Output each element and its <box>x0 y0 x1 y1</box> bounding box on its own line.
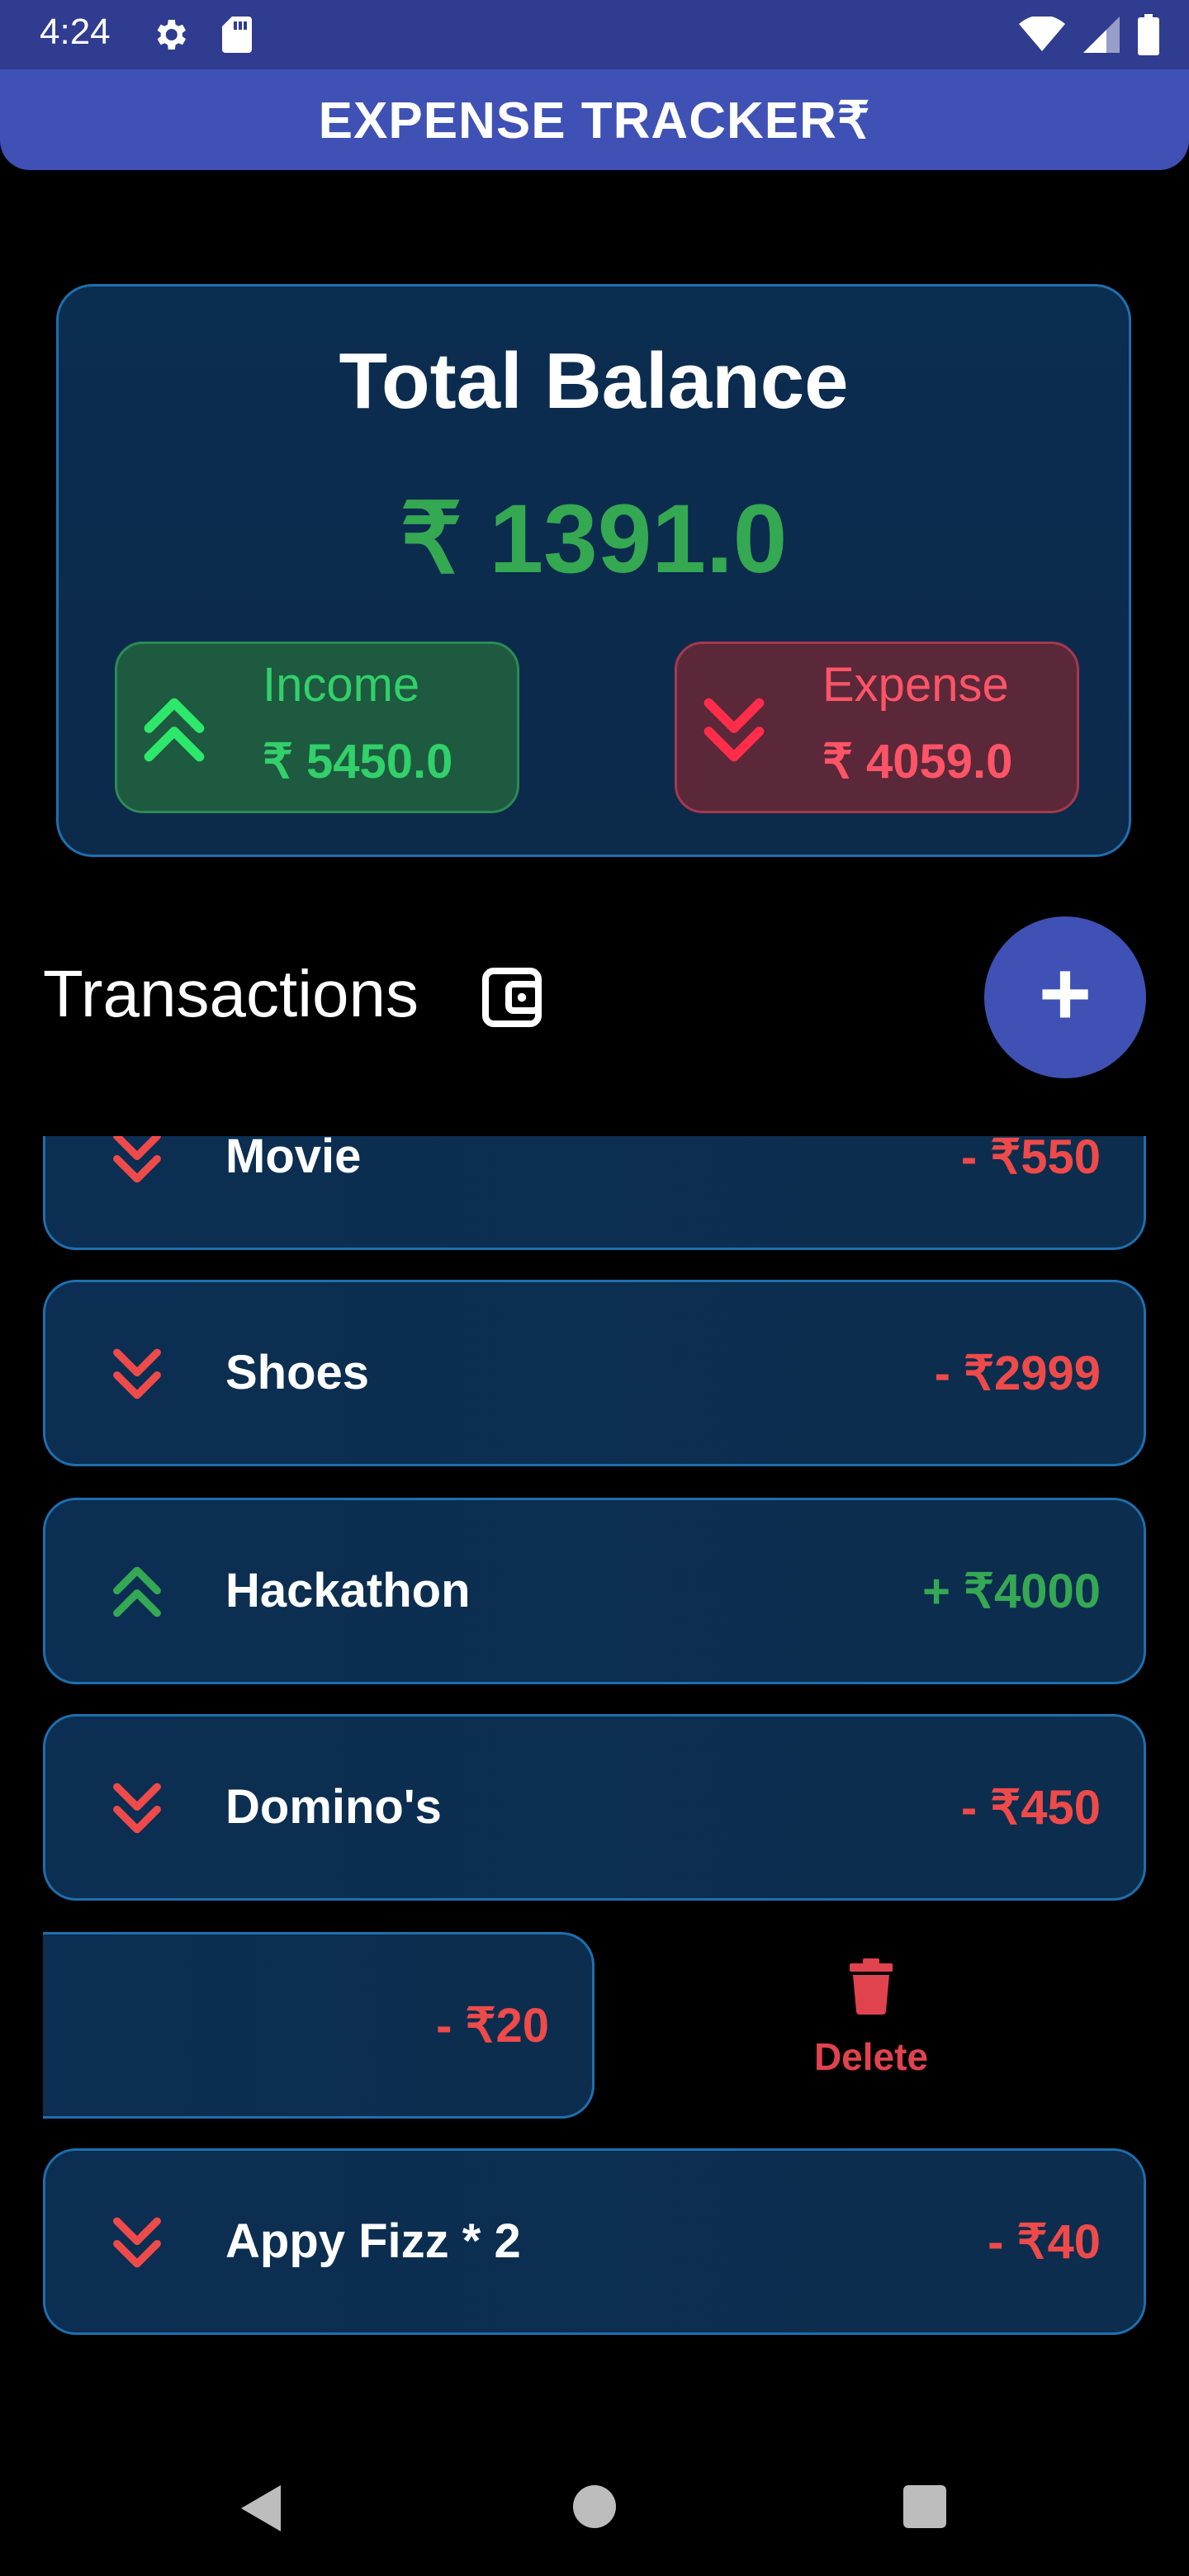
transactions-header: Transactions <box>43 957 419 1030</box>
transaction-title: Hackathon <box>225 1564 471 1617</box>
sd-card-icon <box>222 17 252 53</box>
transaction-item-movie[interactable]: Movie - ₹550 <box>43 1136 1146 1250</box>
trash-icon <box>850 1958 893 2015</box>
plus-icon: + <box>1038 943 1092 1044</box>
settings-icon <box>157 20 186 50</box>
app-title: EXPENSE TRACKER₹ <box>318 92 871 149</box>
home-icon[interactable] <box>573 2485 616 2528</box>
status-bar: 4:24 <box>0 0 1189 69</box>
balance-card: Total Balance ₹ 1391.0 Income ₹ 5450.0 E… <box>56 284 1131 857</box>
double-chevron-up-icon <box>144 698 205 762</box>
transaction-item-hackathon[interactable]: Hackathon + ₹4000 <box>43 1498 1146 1684</box>
transaction-amount: - ₹550 <box>960 1136 1101 1184</box>
wallet-icon <box>482 968 542 1027</box>
transaction-item-shoes[interactable]: Shoes - ₹2999 <box>43 1280 1146 1466</box>
balance-amount: ₹ 1391.0 <box>400 485 788 594</box>
expense-summary: Expense ₹ 4059.0 <box>675 642 1079 813</box>
transaction-title: Appy Fizz * 2 <box>225 2214 521 2268</box>
transaction-item-dominos[interactable]: Domino's - ₹450 <box>43 1714 1146 1901</box>
double-chevron-down-icon <box>703 698 765 762</box>
double-chevron-down-icon <box>113 1783 161 1834</box>
transaction-item-swiped[interactable]: - ₹20 <box>43 1932 594 2119</box>
app-bar: EXPENSE TRACKER₹ <box>0 69 1189 170</box>
income-summary: Income ₹ 5450.0 <box>115 642 519 813</box>
balance-title: Total Balance <box>339 337 849 425</box>
signal-icon <box>1083 17 1120 53</box>
expense-label: Expense <box>822 658 1009 712</box>
delete-label: Delete <box>813 2035 929 2078</box>
transaction-amount: - ₹40 <box>988 2215 1101 2269</box>
double-chevron-down-icon <box>113 1136 161 1183</box>
transaction-title: Movie <box>225 1136 362 1183</box>
income-label: Income <box>263 658 420 712</box>
transaction-title: Domino's <box>225 1780 442 1834</box>
transaction-list[interactable]: Movie - ₹550 Shoes - ₹2999 Hackathon + ₹… <box>0 1136 1189 2375</box>
transaction-amount: - ₹2999 <box>934 1347 1101 1400</box>
double-chevron-down-icon <box>113 1348 161 1399</box>
double-chevron-down-icon <box>113 2217 161 2268</box>
double-chevron-up-icon <box>113 1566 161 1617</box>
status-icons <box>1019 13 1159 56</box>
status-time: 4:24 <box>40 12 111 52</box>
recent-apps-icon[interactable] <box>903 2485 946 2528</box>
expense-value: ₹ 4059.0 <box>822 735 1013 788</box>
battery-icon <box>1138 14 1159 55</box>
transaction-item-appy-fizz[interactable]: Appy Fizz * 2 - ₹40 <box>43 2148 1146 2335</box>
income-value: ₹ 5450.0 <box>263 735 453 788</box>
delete-button[interactable]: Delete <box>776 1958 966 2079</box>
transaction-title: Shoes <box>225 1346 370 1399</box>
back-icon[interactable] <box>234 2482 287 2535</box>
transaction-amount: + ₹4000 <box>922 1565 1101 1618</box>
wifi-icon <box>1019 17 1065 51</box>
transaction-amount: - ₹450 <box>960 1781 1101 1835</box>
add-transaction-button[interactable]: + <box>984 916 1146 1078</box>
transaction-amount: - ₹20 <box>436 1999 549 2053</box>
